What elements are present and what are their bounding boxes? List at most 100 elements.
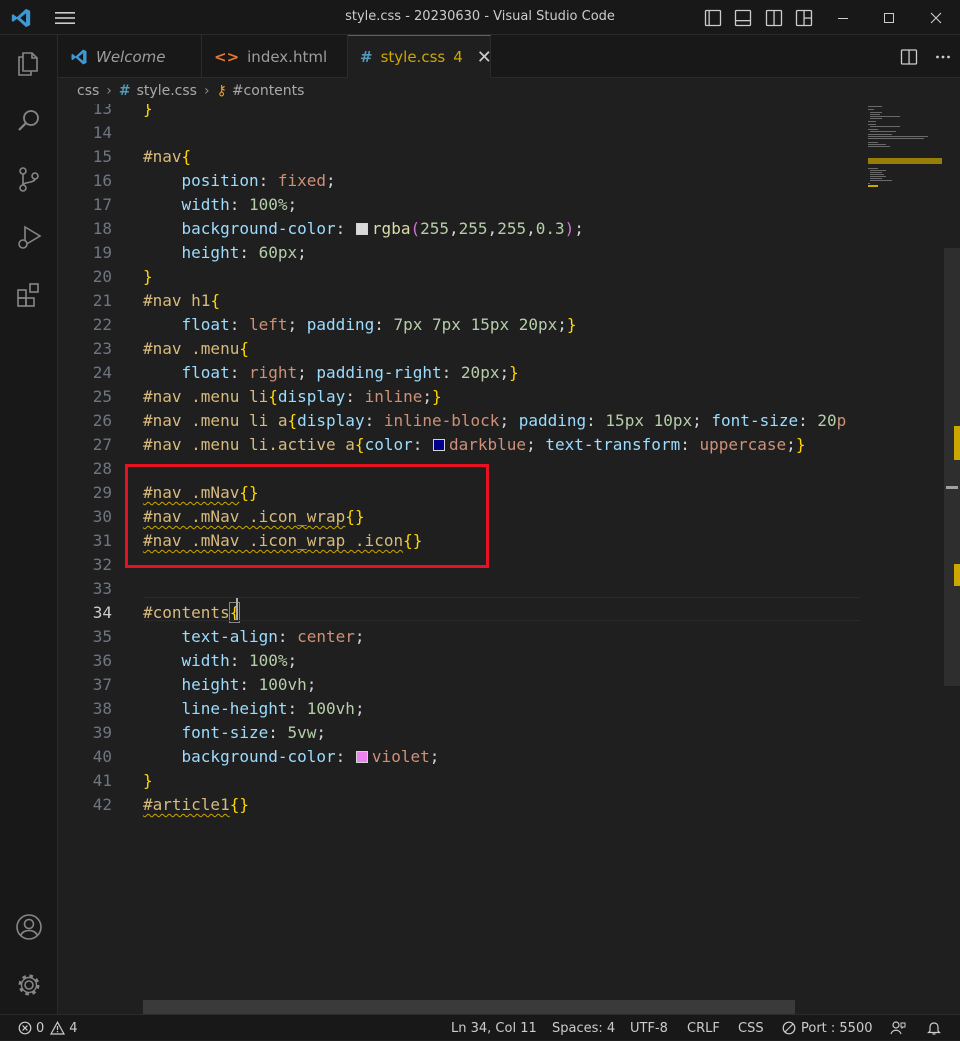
close-icon	[930, 12, 942, 23]
customize-layout-icon[interactable]	[795, 9, 813, 27]
tab-label: style.css	[380, 48, 446, 66]
code-text: }	[143, 104, 153, 118]
tab-welcome[interactable]: Welcome	[58, 35, 202, 78]
code-text: #nav .menu li{display: inline;}	[143, 387, 442, 406]
explorer-button[interactable]	[0, 39, 58, 87]
line-number: 35	[92, 627, 112, 646]
breadcrumb-symbol[interactable]: #contents	[232, 83, 305, 99]
accounts-button[interactable]	[0, 903, 58, 951]
error-count: 0	[36, 1020, 45, 1036]
source-control-button[interactable]	[0, 155, 58, 203]
close-tab-icon[interactable]: ✕	[477, 47, 492, 68]
live-server-port[interactable]: Port : 5500	[782, 1015, 873, 1041]
editor-actions	[892, 35, 960, 78]
code-line[interactable]: 23 #nav .menu{	[58, 337, 860, 361]
cursor-position[interactable]: Ln 34, Col 11	[451, 1015, 537, 1041]
scrollbar-thumb[interactable]	[944, 248, 960, 686]
css-hash-icon: #	[118, 83, 131, 99]
code-line[interactable]: 22 float: left; padding: 7px 7px 15px 20…	[58, 313, 860, 337]
indentation-setting[interactable]: Spaces: 4	[552, 1015, 615, 1041]
split-editor-button[interactable]	[892, 42, 926, 72]
code-line[interactable]: 17 width: 100%;	[58, 193, 860, 217]
feedback-person-icon	[890, 1021, 906, 1035]
language-mode[interactable]: CSS	[738, 1015, 764, 1041]
code-text: #nav{	[143, 147, 192, 166]
code-line[interactable]: 14	[58, 121, 860, 145]
code-line[interactable]: 36 width: 100%;	[58, 649, 860, 673]
maximize-icon	[884, 12, 894, 23]
warning-icon	[50, 1021, 66, 1035]
breadcrumb-folder[interactable]: css	[77, 83, 99, 99]
eol-setting[interactable]: CRLF	[687, 1015, 720, 1041]
code-line[interactable]: 24 float: right; padding-right: 20px;}	[58, 361, 860, 385]
line-number: 25	[92, 387, 112, 406]
code-text: float: left; padding: 7px 7px 15px 20px;…	[181, 315, 577, 334]
minimize-button[interactable]	[820, 0, 866, 35]
code-text: height: 100vh;	[181, 675, 317, 694]
port-label: Port : 5500	[801, 1020, 873, 1036]
toggle-primary-sidebar-icon[interactable]	[704, 9, 722, 27]
encoding-setting[interactable]: UTF-8	[630, 1015, 668, 1041]
notifications-button[interactable]	[926, 1015, 942, 1041]
line-number: 37	[92, 675, 112, 694]
code-line[interactable]: 26 #nav .menu li a{display: inline-block;…	[58, 409, 860, 433]
gear-icon	[18, 974, 40, 996]
manage-button[interactable]	[0, 961, 58, 1009]
more-actions-button[interactable]	[926, 42, 960, 72]
code-line[interactable]: 13}	[58, 104, 860, 121]
run-debug-button[interactable]	[0, 213, 58, 261]
extensions-icon	[17, 283, 39, 307]
code-line[interactable]: 42 #article1{}	[58, 793, 860, 817]
vscode-icon	[71, 49, 87, 64]
breadcrumb-file[interactable]: style.css	[137, 83, 197, 99]
chevron-right-icon: ›	[203, 83, 210, 99]
minimap[interactable]	[860, 104, 944, 1000]
toggle-secondary-sidebar-icon[interactable]	[765, 9, 783, 27]
code-text: background-color: violet;	[181, 747, 440, 766]
search-icon	[18, 110, 39, 131]
toggle-panel-icon[interactable]	[734, 9, 752, 27]
line-number: 27	[92, 435, 112, 454]
code-text: text-align: center;	[181, 627, 365, 646]
search-button[interactable]	[0, 97, 58, 145]
code-line[interactable]: 41}	[58, 769, 860, 793]
code-line[interactable]: 37 height: 100vh;	[58, 673, 860, 697]
code-text: #nav .menu li a{display: inline-block; p…	[143, 411, 847, 430]
code-line[interactable]: 39 font-size: 5vw;	[58, 721, 860, 745]
feedback-button[interactable]	[890, 1015, 906, 1041]
tab-label: Welcome	[96, 47, 166, 66]
code-editor[interactable]: 42 #article1{} 41} 40 background-color: vio…	[58, 104, 860, 1000]
code-line[interactable]: 25 #nav .menu li{display: inline;}	[58, 385, 860, 409]
code-line[interactable]: 27 #nav .menu li.active a{color: darkblue…	[58, 433, 860, 457]
code-line[interactable]: 38 line-height: 100vh;	[58, 697, 860, 721]
code-line[interactable]: 19 height: 60px;	[58, 241, 860, 265]
tab-index-html[interactable]: <> index.html	[202, 35, 348, 78]
line-number: 42	[92, 795, 112, 814]
vertical-scrollbar[interactable]	[944, 104, 960, 1000]
error-icon	[18, 1021, 32, 1035]
code-line[interactable]: 16 position: fixed;	[58, 169, 860, 193]
color-swatch[interactable]	[355, 751, 368, 763]
line-number: 33	[92, 579, 112, 598]
code-line[interactable]: 40 background-color: violet;	[58, 745, 860, 769]
code-line[interactable]: 21 #nav h1{	[58, 289, 860, 313]
account-icon	[16, 914, 42, 940]
code-line[interactable]: 35 text-align: center;	[58, 625, 860, 649]
close-window-button[interactable]	[913, 0, 959, 35]
extensions-button[interactable]	[0, 271, 58, 319]
color-swatch[interactable]	[433, 439, 445, 451]
tab-style-css[interactable]: # style.css 4 ✕	[348, 35, 492, 78]
code-line[interactable]: 18 background-color: rgba(255,255,255,0.…	[58, 217, 860, 241]
line-number: 40	[92, 747, 112, 766]
horizontal-scrollbar-thumb[interactable]	[143, 1000, 795, 1014]
code-line[interactable]: 15 #nav{	[58, 145, 860, 169]
line-number: 18	[92, 219, 112, 238]
code-line[interactable]: 20}	[58, 265, 860, 289]
line-number: 13	[92, 104, 112, 118]
code-text: background-color: rgba(255,255,255,0.3);	[181, 219, 584, 238]
color-swatch[interactable]	[355, 223, 368, 235]
maximize-button[interactable]	[866, 0, 912, 35]
problems-indicator[interactable]: 0 4	[18, 1015, 78, 1041]
code-text: width: 100%;	[181, 195, 298, 214]
window-title: style.css - 20230630 - Visual Studio Cod…	[345, 9, 615, 24]
